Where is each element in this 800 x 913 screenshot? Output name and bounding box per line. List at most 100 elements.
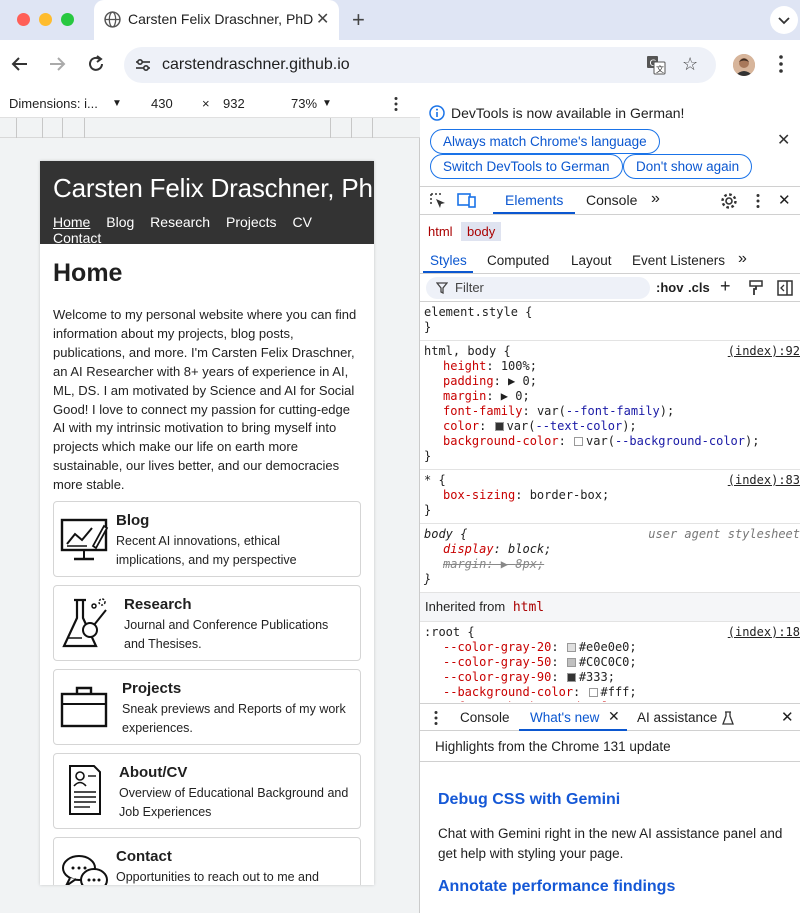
dropdown-arrow-icon[interactable]: ▼ — [112, 98, 122, 109]
cls-toggle[interactable]: .cls — [688, 280, 710, 295]
tab-strip: Carsten Felix Draschner, PhD ✕ + — [0, 0, 800, 40]
rule-source-link[interactable]: (index):18 — [728, 625, 800, 640]
emulated-page: Carsten Felix Draschner, PhD Home Blog R… — [40, 161, 374, 885]
nav-contact[interactable]: Contact — [53, 230, 101, 246]
bookmark-star-icon[interactable]: ☆ — [682, 54, 698, 75]
more-subtabs-icon[interactable]: » — [738, 250, 747, 268]
nav-research[interactable]: Research — [150, 214, 210, 230]
browser-tab[interactable]: Carsten Felix Draschner, PhD ✕ — [94, 0, 339, 40]
reload-icon[interactable] — [86, 54, 106, 74]
rule-source-link[interactable]: (index):83 — [728, 473, 800, 488]
close-tab-icon[interactable]: ✕ — [316, 9, 329, 29]
card-text: Journal and Conference Publications and … — [124, 618, 329, 651]
breadcrumb: html body — [420, 220, 800, 244]
dont-show-again-button[interactable]: Don't show again — [623, 154, 753, 179]
drawer-tab-ai-assistance[interactable]: AI assistance — [637, 710, 717, 725]
styles-pane: element.style { } html, body { (index):9… — [420, 302, 800, 702]
inherited-tag[interactable]: html — [513, 600, 544, 615]
site-title: Carsten Felix Draschner, PhD — [53, 173, 374, 203]
rule-body-ua[interactable]: body { user agent stylesheet display: bl… — [420, 524, 800, 593]
drawer-tab-console[interactable]: Console — [460, 710, 510, 725]
card-blog[interactable]: Blog Recent AI innovations, ethical impli… — [53, 501, 361, 578]
address-bar[interactable]: carstendraschner.github.io G文 ☆ — [124, 47, 716, 83]
monitor-chart-icon — [60, 518, 109, 561]
tab-layout[interactable]: Layout — [571, 253, 612, 268]
rule-element-style[interactable]: element.style { } — [420, 302, 800, 341]
tab-computed[interactable]: Computed — [487, 253, 549, 268]
profile-avatar[interactable] — [733, 54, 755, 76]
device-toolbar-icon[interactable] — [457, 191, 477, 209]
rule-html-body[interactable]: html, body { (index):92 height: 100%; pa… — [420, 341, 800, 470]
infobar-message: DevTools is now available in German! — [451, 105, 685, 121]
card-title: Projects — [122, 680, 182, 698]
nav-projects[interactable]: Projects — [226, 214, 277, 230]
site-settings-icon[interactable] — [134, 56, 152, 74]
card-text: Opportunities to reach out to me and sou… — [116, 870, 319, 885]
filter-funnel-icon — [436, 282, 448, 294]
card-contact[interactable]: Contact Opportunities to reach out to me … — [53, 837, 361, 885]
always-match-language-button[interactable]: Always match Chrome's language — [430, 129, 660, 154]
card-projects[interactable]: Projects Sneak previews and Reports of my… — [53, 669, 361, 746]
close-whats-new-icon[interactable]: ✕ — [608, 708, 620, 725]
close-devtools-icon[interactable]: ✕ — [778, 191, 791, 209]
device-options-icon[interactable] — [393, 96, 399, 112]
zoom-select[interactable]: 73% — [291, 96, 317, 111]
chat-bubbles-icon — [62, 855, 108, 885]
close-window-button[interactable] — [17, 13, 30, 26]
whats-new-heading-gemini[interactable]: Debug CSS with Gemini — [438, 791, 620, 809]
viewport-height-input[interactable]: 932 — [223, 96, 245, 111]
more-tabs-icon[interactable]: » — [651, 190, 660, 208]
card-title: About/CV — [119, 764, 188, 782]
device-toolbar: Dimensions: i... ▼ 430 × 932 73% ▼ — [0, 90, 420, 118]
settings-gear-icon[interactable] — [720, 192, 738, 210]
breadcrumb-body[interactable]: body — [461, 222, 502, 241]
breadcrumb-html[interactable]: html — [422, 222, 459, 241]
whats-new-heading-performance[interactable]: Annotate performance findings — [438, 878, 675, 896]
nav-home[interactable]: Home — [53, 214, 90, 230]
viewport-width-input[interactable]: 430 — [151, 96, 173, 111]
inspect-element-icon[interactable] — [429, 192, 447, 210]
lab-flask-icon — [722, 711, 734, 725]
devtools-menu-icon[interactable] — [755, 193, 761, 209]
devtools-main-tabs: Elements Console » ✕ — [420, 187, 800, 215]
close-drawer-icon[interactable]: ✕ — [781, 708, 794, 726]
lab-flask-icon — [62, 598, 107, 648]
dropdown-arrow-icon[interactable]: ▼ — [322, 98, 332, 109]
globe-icon — [104, 11, 121, 28]
toggle-sidebar-icon[interactable] — [777, 280, 793, 296]
filter-placeholder: Filter — [455, 280, 484, 295]
rule-universal[interactable]: * { (index):83 box-sizing: border-box; } — [420, 470, 800, 524]
nav-blog[interactable]: Blog — [106, 214, 134, 230]
nav-cv[interactable]: CV — [292, 214, 311, 230]
card-research[interactable]: Research Journal and Conference Publicati… — [53, 585, 361, 662]
site-nav: Home Blog Research Projects CV Contact — [53, 214, 361, 246]
paint-roller-icon[interactable] — [749, 280, 763, 296]
styles-filter-input[interactable]: Filter — [426, 277, 650, 299]
hov-toggle[interactable]: :hov — [656, 280, 683, 295]
minimize-window-button[interactable] — [39, 13, 52, 26]
url-text: carstendraschner.github.io — [162, 56, 350, 73]
new-tab-button[interactable]: + — [352, 7, 365, 33]
rule-root[interactable]: :root { (index):18 --color-gray-20: #e0e… — [420, 622, 800, 702]
drawer-tab-whats-new[interactable]: What's new — [530, 710, 599, 725]
back-arrow-icon[interactable] — [10, 54, 30, 74]
media-query-ruler[interactable] — [0, 118, 420, 138]
tab-search-button[interactable] — [770, 6, 798, 34]
tab-event-listeners[interactable]: Event Listeners — [632, 253, 725, 268]
forward-arrow-icon[interactable] — [47, 54, 67, 74]
rule-source-link[interactable]: (index):92 — [728, 344, 800, 359]
tab-console[interactable]: Console — [586, 192, 637, 208]
card-cv[interactable]: About/CV Overview of Educational Backgrou… — [53, 753, 361, 830]
dimensions-select[interactable]: Dimensions: i... — [9, 96, 98, 111]
ua-stylesheet-label: user agent stylesheet — [648, 527, 800, 541]
zoom-window-button[interactable] — [61, 13, 74, 26]
drawer-menu-icon[interactable] — [433, 710, 439, 726]
tab-elements[interactable]: Elements — [505, 192, 563, 208]
close-infobar-icon[interactable]: ✕ — [777, 130, 790, 150]
tab-styles[interactable]: Styles — [430, 253, 467, 268]
page-heading: Home — [53, 259, 123, 287]
switch-to-german-button[interactable]: Switch DevTools to German — [430, 154, 623, 179]
translate-icon[interactable]: G文 — [646, 55, 666, 75]
chrome-menu-icon[interactable] — [778, 54, 784, 74]
new-rule-icon[interactable]: + — [720, 276, 731, 297]
